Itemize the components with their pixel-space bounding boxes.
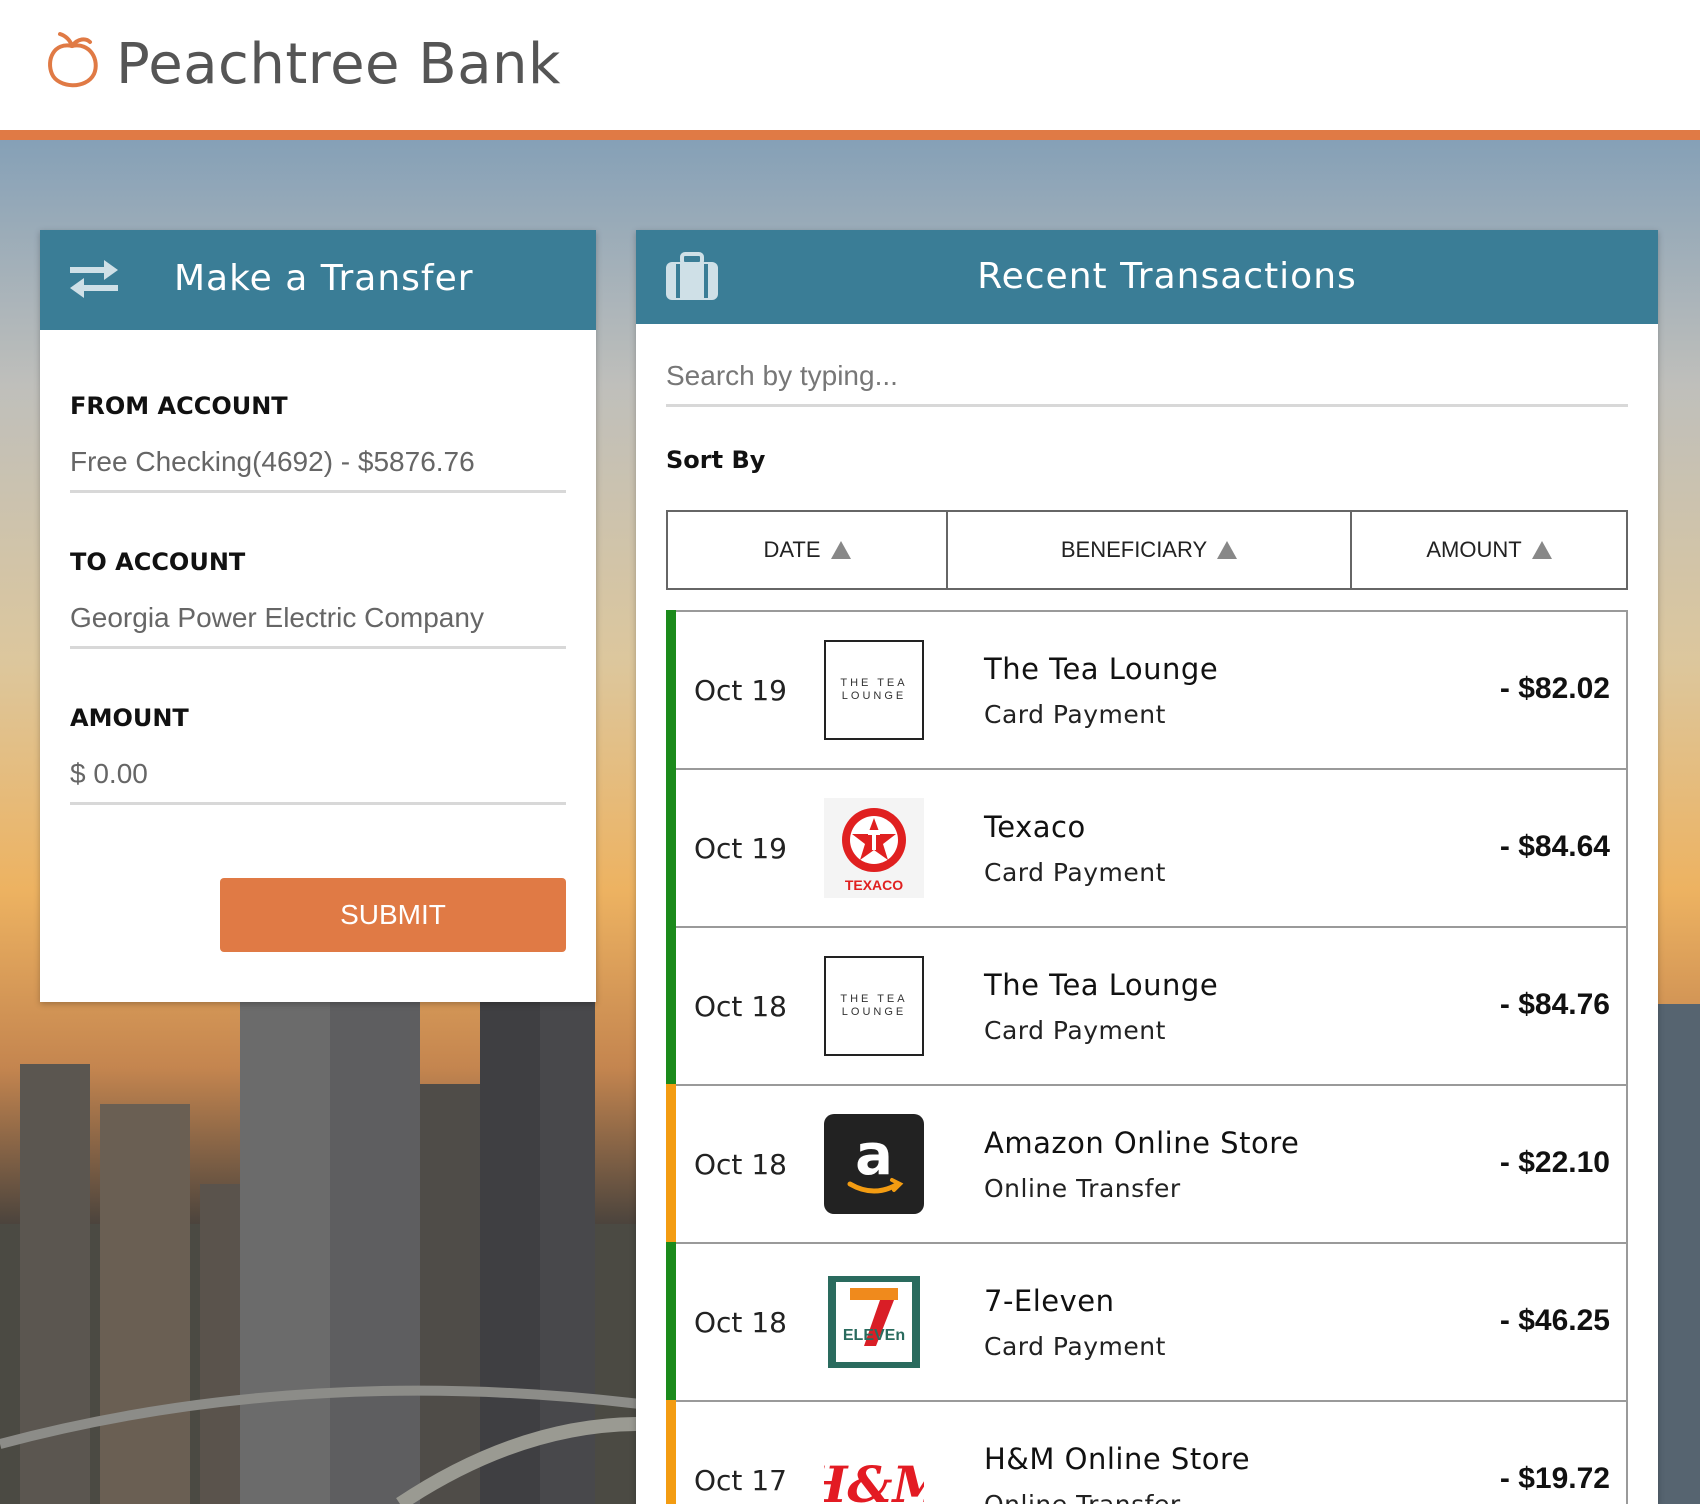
seven-eleven-logo: ELEVEn: [824, 1272, 924, 1372]
transaction-type: Card Payment: [984, 1016, 1166, 1045]
transaction-merchant: Amazon Online Store: [984, 1126, 1300, 1160]
sort-date-label: DATE: [763, 537, 821, 562]
to-account-label: TO ACCOUNT: [70, 548, 246, 576]
sort-amount-button[interactable]: AMOUNT: [1352, 512, 1626, 588]
to-account-field[interactable]: TO ACCOUNT Georgia Power Electric Compan…: [70, 548, 566, 649]
transfer-title: Make a Transfer: [174, 258, 474, 299]
sort-amount-label: AMOUNT: [1426, 537, 1522, 562]
transaction-row[interactable]: Oct 18 a Amazon Online Store Online Tran…: [666, 1084, 1628, 1242]
search-input[interactable]: Search by typing...: [666, 360, 1628, 407]
transaction-row[interactable]: Oct 19 THE TEA LOUNGE The Tea Lounge Car…: [666, 610, 1628, 768]
hm-logo: H&M: [824, 1430, 924, 1504]
sort-ascending-icon: [1217, 541, 1238, 559]
transaction-date: Oct 17: [694, 1464, 787, 1497]
status-stripe: [666, 1400, 676, 1504]
transaction-date: Oct 19: [694, 832, 787, 865]
to-account-input[interactable]: Georgia Power Electric Company: [70, 602, 566, 649]
sort-ascending-icon: [1531, 541, 1552, 559]
transaction-row[interactable]: Oct 17 H&M H&M Online Store Online Trans…: [666, 1400, 1628, 1504]
amount-field[interactable]: AMOUNT $ 0.00: [70, 704, 566, 805]
transaction-merchant: Texaco: [984, 810, 1086, 844]
sort-bar: DATE BENEFICIARY AMOUNT: [666, 510, 1628, 590]
app-header: Peachtree Bank: [0, 0, 1700, 140]
transactions-card-header: Recent Transactions: [636, 230, 1658, 324]
texaco-logo: TEXACO: [824, 798, 924, 898]
transfer-arrows-icon: [66, 256, 122, 305]
svg-text:TEXACO: TEXACO: [845, 877, 903, 893]
peach-icon: [40, 30, 104, 99]
from-account-field[interactable]: FROM ACCOUNT Free Checking(4692) - $5876…: [70, 392, 566, 493]
amazon-logo: a: [824, 1114, 924, 1214]
transaction-type: Card Payment: [984, 858, 1166, 887]
status-stripe: [666, 1242, 676, 1400]
transaction-amount: - $84.76: [1499, 988, 1610, 1021]
status-stripe: [666, 610, 676, 768]
transaction-type: Online Transfer: [984, 1490, 1181, 1504]
transaction-type: Online Transfer: [984, 1174, 1181, 1203]
transaction-type: Card Payment: [984, 1332, 1166, 1361]
amount-input[interactable]: $ 0.00: [70, 758, 566, 805]
status-stripe: [666, 926, 676, 1084]
transaction-amount: - $19.72: [1499, 1462, 1610, 1495]
from-account-input[interactable]: Free Checking(4692) - $5876.76: [70, 446, 566, 493]
transaction-merchant: The Tea Lounge: [984, 968, 1219, 1002]
sort-beneficiary-button[interactable]: BENEFICIARY: [948, 512, 1352, 588]
svg-text:H&M: H&M: [824, 1455, 924, 1504]
transactions-card: Recent Transactions Search by typing... …: [636, 230, 1658, 1504]
status-stripe: [666, 1084, 676, 1242]
sort-ascending-icon: [830, 541, 851, 559]
transaction-amount: - $22.10: [1499, 1146, 1610, 1179]
sort-date-button[interactable]: DATE: [668, 512, 948, 588]
amount-label: AMOUNT: [70, 704, 189, 732]
transaction-row[interactable]: Oct 19 TEXACO Texaco Card Payment - $84.…: [666, 768, 1628, 926]
transaction-row[interactable]: Oct 18 THE TEA LOUNGE The Tea Lounge Car…: [666, 926, 1628, 1084]
svg-text:a: a: [855, 1123, 893, 1188]
transaction-date: Oct 19: [694, 674, 787, 707]
brand[interactable]: Peachtree Bank: [40, 30, 561, 99]
transfer-card: Make a Transfer FROM ACCOUNT Free Checki…: [40, 230, 596, 1002]
transaction-merchant: The Tea Lounge: [984, 652, 1219, 686]
transaction-date: Oct 18: [694, 1306, 787, 1339]
tea-lounge-logo: THE TEA LOUNGE: [824, 956, 924, 1056]
from-account-label: FROM ACCOUNT: [70, 392, 288, 420]
transaction-row[interactable]: Oct 18 ELEVEn 7-Eleven Card Payment - $4…: [666, 1242, 1628, 1400]
status-stripe: [666, 768, 676, 926]
transfer-card-header: Make a Transfer: [40, 230, 596, 330]
transaction-amount: - $82.02: [1499, 672, 1610, 705]
transaction-merchant: H&M Online Store: [984, 1442, 1251, 1476]
tea-lounge-logo: THE TEA LOUNGE: [824, 640, 924, 740]
sort-by-label: Sort By: [666, 446, 766, 474]
svg-text:ELEVEn: ELEVEn: [843, 1327, 905, 1344]
transaction-type: Card Payment: [984, 700, 1166, 729]
brand-name: Peachtree Bank: [116, 32, 561, 97]
submit-button[interactable]: SUBMIT: [220, 878, 566, 952]
transactions-list: Oct 19 THE TEA LOUNGE The Tea Lounge Car…: [666, 610, 1628, 1504]
transaction-merchant: 7-Eleven: [984, 1284, 1115, 1318]
transactions-title: Recent Transactions: [977, 256, 1357, 297]
transaction-date: Oct 18: [694, 1148, 787, 1181]
sort-beneficiary-label: BENEFICIARY: [1060, 537, 1208, 562]
transaction-date: Oct 18: [694, 990, 787, 1023]
transaction-amount: - $46.25: [1499, 1304, 1610, 1337]
transaction-amount: - $84.64: [1499, 830, 1610, 863]
